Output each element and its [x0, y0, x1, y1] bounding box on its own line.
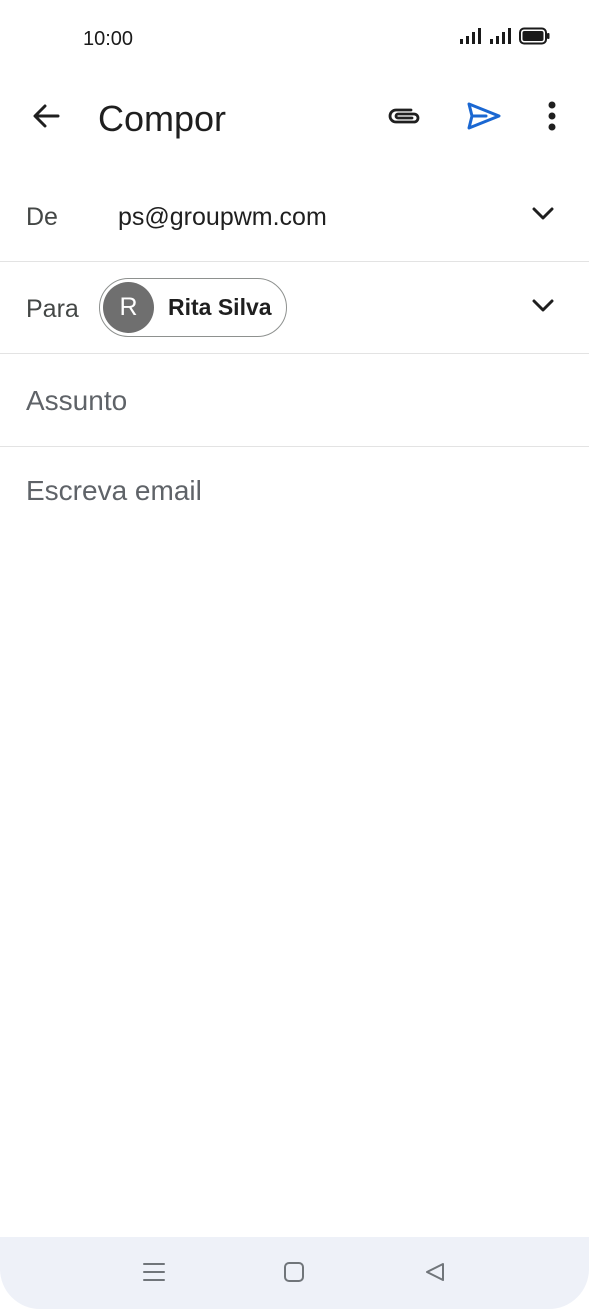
back-arrow-icon [30, 100, 62, 137]
signal-icon [489, 27, 513, 50]
recipient-chip[interactable]: R Rita Silva [99, 278, 287, 337]
status-icons [459, 27, 551, 50]
avatar: R [103, 282, 154, 333]
menu-icon [142, 1261, 166, 1288]
back-triangle-icon [424, 1261, 446, 1288]
more-vert-icon [548, 101, 556, 136]
from-label: De [26, 203, 58, 231]
to-expand-button[interactable] [519, 284, 567, 332]
system-nav-bar [0, 1237, 589, 1309]
app-bar: Compor [0, 78, 589, 158]
to-label: Para [26, 295, 79, 323]
more-options-button[interactable] [530, 94, 574, 142]
send-icon [466, 101, 502, 136]
status-bar: 10:00 [0, 0, 589, 78]
battery-icon [519, 27, 551, 50]
attach-button[interactable] [380, 94, 430, 142]
system-back-button[interactable] [420, 1259, 450, 1289]
signal-icon [459, 27, 483, 50]
from-expand-button[interactable] [519, 192, 567, 240]
send-button[interactable] [460, 94, 508, 142]
chevron-down-icon [532, 207, 554, 226]
recent-apps-button[interactable] [139, 1259, 169, 1289]
from-address[interactable]: ps@groupwm.com [118, 203, 327, 232]
home-icon [283, 1261, 305, 1288]
recipient-name: Rita Silva [168, 294, 272, 320]
paperclip-icon [387, 105, 423, 132]
body-input[interactable]: Escreva email [26, 475, 202, 507]
page-title: Compor [98, 98, 227, 139]
back-button[interactable] [22, 94, 70, 142]
divider [0, 353, 589, 354]
divider [0, 446, 589, 447]
status-time: 10:00 [83, 28, 134, 50]
subject-input[interactable]: Assunto [26, 385, 127, 417]
home-button[interactable] [279, 1259, 309, 1289]
divider [0, 261, 589, 262]
chevron-down-icon [532, 299, 554, 318]
